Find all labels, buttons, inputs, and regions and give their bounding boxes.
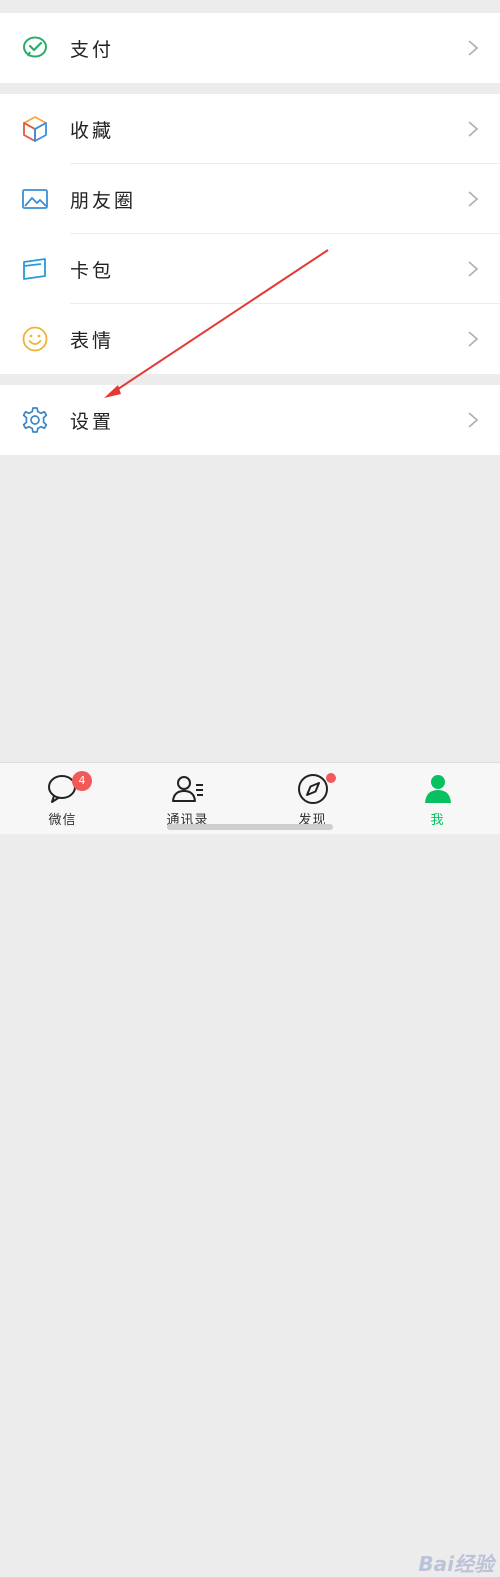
menu-label-cards: 卡包 <box>70 259 115 282</box>
card-icon <box>23 258 46 280</box>
watermark: Bai经验 <box>418 1552 494 1576</box>
menu-group-pay: 支付 <box>0 13 500 83</box>
menu-label-moments: 朋友圈 <box>70 189 137 212</box>
chevron-right-icon <box>468 191 479 207</box>
chevron-right-icon <box>468 261 479 277</box>
unread-badge: 4 <box>72 771 92 791</box>
cube-icon <box>23 116 47 142</box>
menu-label-pay: 支付 <box>70 38 115 61</box>
image-icon <box>22 189 48 209</box>
menu-label-settings: 设置 <box>70 410 115 433</box>
tab-label-chats: 微信 <box>48 813 77 828</box>
chevron-right-icon <box>468 331 479 347</box>
menu-item-pay[interactable]: 支付 <box>0 13 500 83</box>
gear-icon <box>22 407 48 433</box>
smiley-icon <box>22 326 48 352</box>
menu-item-cards[interactable]: 卡包 <box>0 234 500 304</box>
menu-label-favorites: 收藏 <box>70 119 115 142</box>
menu-item-settings[interactable]: 设置 <box>0 385 500 455</box>
menu-item-stickers[interactable]: 表情 <box>0 304 500 374</box>
chevron-right-icon <box>468 40 479 56</box>
chevron-right-icon <box>468 412 479 428</box>
chevron-right-icon <box>468 121 479 137</box>
menu-item-moments[interactable]: 朋友圈 <box>0 164 500 234</box>
menu-label-stickers: 表情 <box>70 329 115 352</box>
menu-item-favorites[interactable]: 收藏 <box>0 94 500 164</box>
menu-group-services: 收藏 朋友圈 卡包 表情 <box>0 94 500 374</box>
notification-dot <box>326 773 336 783</box>
person-icon <box>424 775 451 803</box>
contacts-icon <box>171 776 203 802</box>
wechat-pay-icon <box>23 36 47 58</box>
home-indicator <box>167 824 333 830</box>
tab-me[interactable]: 我 <box>375 763 500 834</box>
tab-chats[interactable]: 4 微信 <box>0 763 125 834</box>
menu-group-settings: 设置 <box>0 385 500 455</box>
tab-label-me: 我 <box>430 813 445 828</box>
